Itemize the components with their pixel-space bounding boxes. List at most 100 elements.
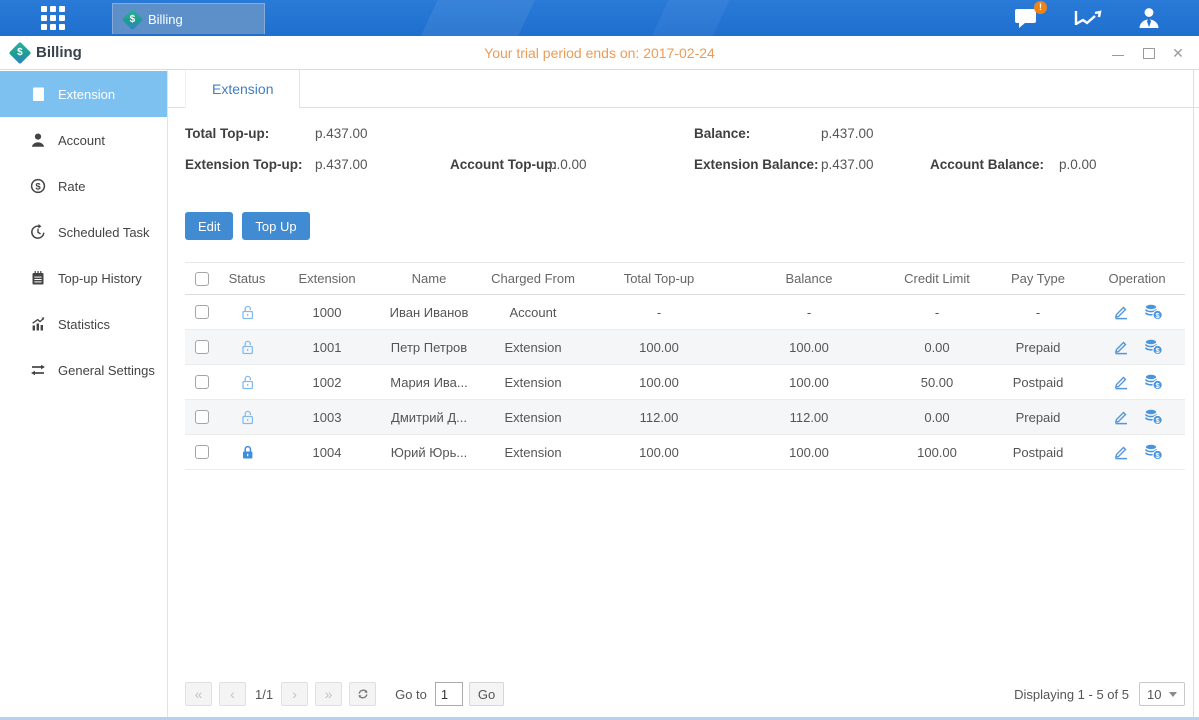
app-grid-icon[interactable] xyxy=(40,5,66,31)
dollar-coin-icon: $ xyxy=(30,178,46,194)
total-topup-value: p.437.00 xyxy=(315,126,368,141)
sidebar-item-label: General Settings xyxy=(58,363,155,378)
top-up-row-icon[interactable]: $ xyxy=(1144,304,1163,320)
account-topup-value: p.0.00 xyxy=(549,157,587,172)
cell-balance: 100.00 xyxy=(731,445,887,460)
cell-total-topup: 100.00 xyxy=(587,445,731,460)
app-title: $ Billing xyxy=(12,44,82,61)
maximize-button[interactable] xyxy=(1141,47,1155,59)
col-name: Name xyxy=(379,271,479,286)
chart-icon[interactable] xyxy=(1073,7,1103,29)
first-page-button[interactable]: « xyxy=(185,682,212,706)
lock-locked-icon[interactable] xyxy=(239,444,256,461)
lock-unlocked-icon[interactable] xyxy=(239,409,256,426)
sidebar-item-account[interactable]: Account xyxy=(0,117,167,163)
edit-row-icon[interactable] xyxy=(1112,304,1130,320)
goto-label: Go to xyxy=(395,687,427,702)
ledger-icon xyxy=(30,86,46,102)
balance-label: Balance: xyxy=(694,126,750,141)
window-title: Billing xyxy=(36,44,82,61)
table-row[interactable]: 1001 Петр Петров Extension 100.00 100.00… xyxy=(185,330,1185,365)
top-up-row-icon[interactable]: $ xyxy=(1144,409,1163,425)
pagination-bar: « ‹ 1/1 › » Go to Go Displaying 1 - 5 of… xyxy=(185,681,1185,707)
extension-topup-value: p.437.00 xyxy=(315,157,368,172)
top-up-row-icon[interactable]: $ xyxy=(1144,339,1163,355)
lock-unlocked-icon[interactable] xyxy=(239,339,256,356)
window-header: $ Billing Your trial period ends on: 201… xyxy=(0,36,1199,70)
go-button[interactable]: Go xyxy=(469,682,504,706)
last-page-button[interactable]: » xyxy=(315,682,342,706)
sidebar-item-scheduled-task[interactable]: Scheduled Task xyxy=(0,209,167,255)
sidebar: Extension Account $ Rate Scheduled Task xyxy=(0,70,168,717)
chevron-down-icon xyxy=(1169,692,1177,697)
cell-balance: 112.00 xyxy=(731,410,887,425)
next-page-button[interactable]: › xyxy=(281,682,308,706)
cell-credit-limit: 50.00 xyxy=(887,375,987,390)
sidebar-item-label: Statistics xyxy=(58,317,110,332)
cell-balance: 100.00 xyxy=(731,340,887,355)
row-checkbox[interactable] xyxy=(195,340,209,354)
lock-unlocked-icon[interactable] xyxy=(239,304,256,321)
sliders-icon xyxy=(30,362,46,378)
tab-extension[interactable]: Extension xyxy=(185,70,300,108)
refresh-button[interactable] xyxy=(349,682,376,706)
col-charged-from: Charged From xyxy=(479,271,587,286)
edit-row-icon[interactable] xyxy=(1112,374,1130,390)
edit-button[interactable]: Edit xyxy=(185,212,233,240)
col-credit-limit: Credit Limit xyxy=(887,271,987,286)
account-balance-label: Account Balance: xyxy=(930,157,1044,172)
extension-balance-value: p.437.00 xyxy=(821,157,874,172)
table-row[interactable]: 1000 Иван Иванов Account - - - - $ xyxy=(185,295,1185,330)
page-indicator: 1/1 xyxy=(255,687,273,702)
account-balance-value: p.0.00 xyxy=(1059,157,1097,172)
cell-total-topup: 100.00 xyxy=(587,340,731,355)
table-row[interactable]: 1003 Дмитрий Д... Extension 112.00 112.0… xyxy=(185,400,1185,435)
edit-row-icon[interactable] xyxy=(1112,409,1130,425)
row-checkbox[interactable] xyxy=(195,305,209,319)
sidebar-item-extension[interactable]: Extension xyxy=(0,71,167,117)
summary-panel: Total Top-up: p.437.00 Balance: p.437.00… xyxy=(168,122,1199,198)
row-checkbox[interactable] xyxy=(195,445,209,459)
sidebar-item-label: Top-up History xyxy=(58,271,142,286)
table-row[interactable]: 1004 Юрий Юрь... Extension 100.00 100.00… xyxy=(185,435,1185,470)
table-body: 1000 Иван Иванов Account - - - - $ xyxy=(185,295,1185,470)
cell-charged-from: Extension xyxy=(479,410,587,425)
extension-topup-label: Extension Top-up: xyxy=(185,157,303,172)
lock-unlocked-icon[interactable] xyxy=(239,374,256,391)
topbar: $ Billing ! xyxy=(0,0,1199,36)
cell-extension: 1001 xyxy=(275,340,379,355)
cell-charged-from: Extension xyxy=(479,375,587,390)
top-up-button[interactable]: Top Up xyxy=(242,212,309,240)
prev-page-button[interactable]: ‹ xyxy=(219,682,246,706)
person-icon xyxy=(30,132,46,148)
user-icon[interactable] xyxy=(1137,6,1161,30)
row-checkbox[interactable] xyxy=(195,410,209,424)
table-row[interactable]: 1002 Мария Ива... Extension 100.00 100.0… xyxy=(185,365,1185,400)
row-checkbox[interactable] xyxy=(195,375,209,389)
col-balance: Balance xyxy=(731,271,887,286)
cell-name: Иван Иванов xyxy=(379,305,479,320)
sidebar-item-rate[interactable]: $ Rate xyxy=(0,163,167,209)
top-up-row-icon[interactable]: $ xyxy=(1144,444,1163,460)
sidebar-item-topup-history[interactable]: Top-up History xyxy=(0,255,167,301)
col-total-topup: Total Top-up xyxy=(587,271,731,286)
close-button[interactable]: ✕ xyxy=(1171,47,1185,59)
edit-row-icon[interactable] xyxy=(1112,339,1130,355)
chat-icon[interactable]: ! xyxy=(1014,7,1039,30)
page-size-select[interactable]: 10 xyxy=(1139,682,1185,706)
minimize-button[interactable] xyxy=(1111,47,1125,59)
select-all-checkbox[interactable] xyxy=(195,272,209,286)
sidebar-item-general-settings[interactable]: General Settings xyxy=(0,347,167,393)
top-up-row-icon[interactable]: $ xyxy=(1144,374,1163,390)
cell-pay-type: Prepaid xyxy=(987,340,1089,355)
sidebar-item-statistics[interactable]: Statistics xyxy=(0,301,167,347)
billing-diamond-icon: $ xyxy=(9,41,32,64)
topbar-tab-billing[interactable]: $ Billing xyxy=(112,3,265,34)
goto-page-input[interactable] xyxy=(435,682,463,706)
cell-name: Мария Ива... xyxy=(379,375,479,390)
edit-row-icon[interactable] xyxy=(1112,444,1130,460)
notebook-icon xyxy=(30,270,46,286)
topbar-tab-label: Billing xyxy=(148,12,183,27)
cell-total-topup: - xyxy=(587,305,731,320)
cell-total-topup: 100.00 xyxy=(587,375,731,390)
